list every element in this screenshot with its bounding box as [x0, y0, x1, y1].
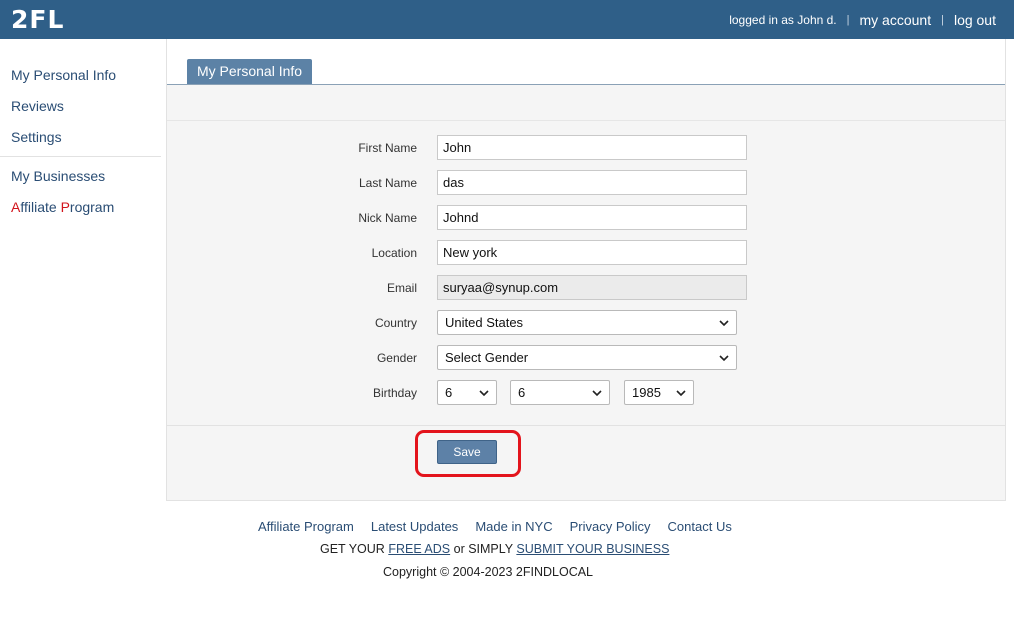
birthday-month-select[interactable]: 6 [437, 380, 497, 405]
birthday-label: Birthday [372, 386, 417, 400]
email-label: Email [386, 281, 417, 295]
first-name-label: First Name [358, 141, 417, 155]
footer-get-your: GET YOUR [320, 542, 389, 556]
gender-label: Gender [376, 351, 417, 365]
first-name-row: First Name John [167, 135, 1005, 161]
nick-name-row: Nick Name Johnd [167, 205, 1005, 231]
birthday-day-value: 6 [518, 385, 526, 400]
country-row: Country United States [167, 310, 1005, 336]
sidebar-item-my-businesses[interactable]: My Businesses [0, 161, 161, 192]
chevron-down-icon [479, 390, 489, 397]
site-logo[interactable]: 2FL [11, 4, 64, 36]
footer-link-latest-updates[interactable]: Latest Updates [371, 519, 458, 534]
logged-in-status: logged in as John d. [729, 13, 837, 27]
sidebar-item-my-personal-info[interactable]: My Personal Info [0, 60, 161, 91]
footer-cta: GET YOUR FREE ADS or SIMPLY SUBMIT YOUR … [320, 542, 669, 556]
form-divider [167, 120, 1005, 121]
birthday-day-select[interactable]: 6 [510, 380, 610, 405]
nav-separator: | [941, 14, 944, 26]
country-label: Country [374, 316, 417, 330]
email-row: Email suryaa@synup.com [167, 275, 1005, 301]
last-name-field[interactable]: das [437, 170, 747, 195]
free-ads-link[interactable]: FREE ADS [388, 542, 450, 556]
form-divider [167, 425, 1005, 426]
my-account-link[interactable]: my account [860, 12, 932, 28]
chevron-down-icon [719, 320, 729, 327]
birthday-year-select[interactable]: 1985 [624, 380, 694, 405]
birthday-row: Birthday 6 6 1985 [167, 380, 1005, 406]
top-header-bar: 2FL logged in as John d. | my account | … [0, 0, 1014, 39]
last-name-row: Last Name das [167, 170, 1005, 196]
location-field[interactable]: New york [437, 240, 747, 265]
chevron-down-icon [676, 390, 686, 397]
email-field: suryaa@synup.com [437, 275, 747, 300]
nick-name-field[interactable]: Johnd [437, 205, 747, 230]
chevron-down-icon [719, 355, 729, 362]
personal-info-panel: My Personal Info First Name John Last Na… [166, 39, 1006, 501]
birthday-year-value: 1985 [632, 385, 661, 400]
sidebar-item-reviews[interactable]: Reviews [0, 91, 161, 122]
sidebar-divider [0, 156, 161, 157]
footer-link-privacy-policy[interactable]: Privacy Policy [570, 519, 651, 534]
top-nav: logged in as John d. | my account | log … [729, 12, 996, 28]
nick-name-label: Nick Name [358, 211, 417, 225]
sidebar: My Personal Info Reviews Settings My Bus… [0, 60, 161, 223]
gender-row: Gender Select Gender [167, 345, 1005, 371]
nav-separator: | [846, 14, 850, 26]
location-row: Location New york [167, 240, 1005, 266]
save-button[interactable]: Save [437, 440, 497, 464]
log-out-link[interactable]: log out [954, 12, 996, 28]
location-label: Location [371, 246, 417, 260]
footer-links: Affiliate Program Latest Updates Made in N… [258, 519, 749, 534]
tab-bar: My Personal Info [167, 39, 1005, 85]
footer-link-contact-us[interactable]: Contact Us [668, 519, 732, 534]
sidebar-item-settings[interactable]: Settings [0, 122, 161, 153]
last-name-label: Last Name [358, 176, 417, 190]
copyright: Copyright © 2004-2023 2FINDLOCAL [383, 565, 594, 579]
sidebar-item-affiliate-program[interactable]: Affiliate Program [0, 192, 161, 223]
country-select-value: United States [445, 315, 524, 330]
footer-link-made-in-nyc[interactable]: Made in NYC [475, 519, 552, 534]
footer-or-simply: or SIMPLY [450, 542, 517, 556]
first-name-field[interactable]: John [437, 135, 747, 160]
chevron-down-icon [592, 390, 602, 397]
gender-select[interactable]: Select Gender [437, 345, 737, 370]
gender-select-value: Select Gender [445, 350, 529, 365]
birthday-month-value: 6 [445, 385, 453, 400]
personal-info-form: First Name John Last Name das Nick Name … [167, 85, 1005, 500]
tab-my-personal-info[interactable]: My Personal Info [187, 59, 313, 84]
country-select[interactable]: United States [437, 310, 737, 335]
submit-business-link[interactable]: SUBMIT YOUR BUSINESS [516, 542, 669, 556]
footer-link-affiliate-program[interactable]: Affiliate Program [258, 519, 354, 534]
